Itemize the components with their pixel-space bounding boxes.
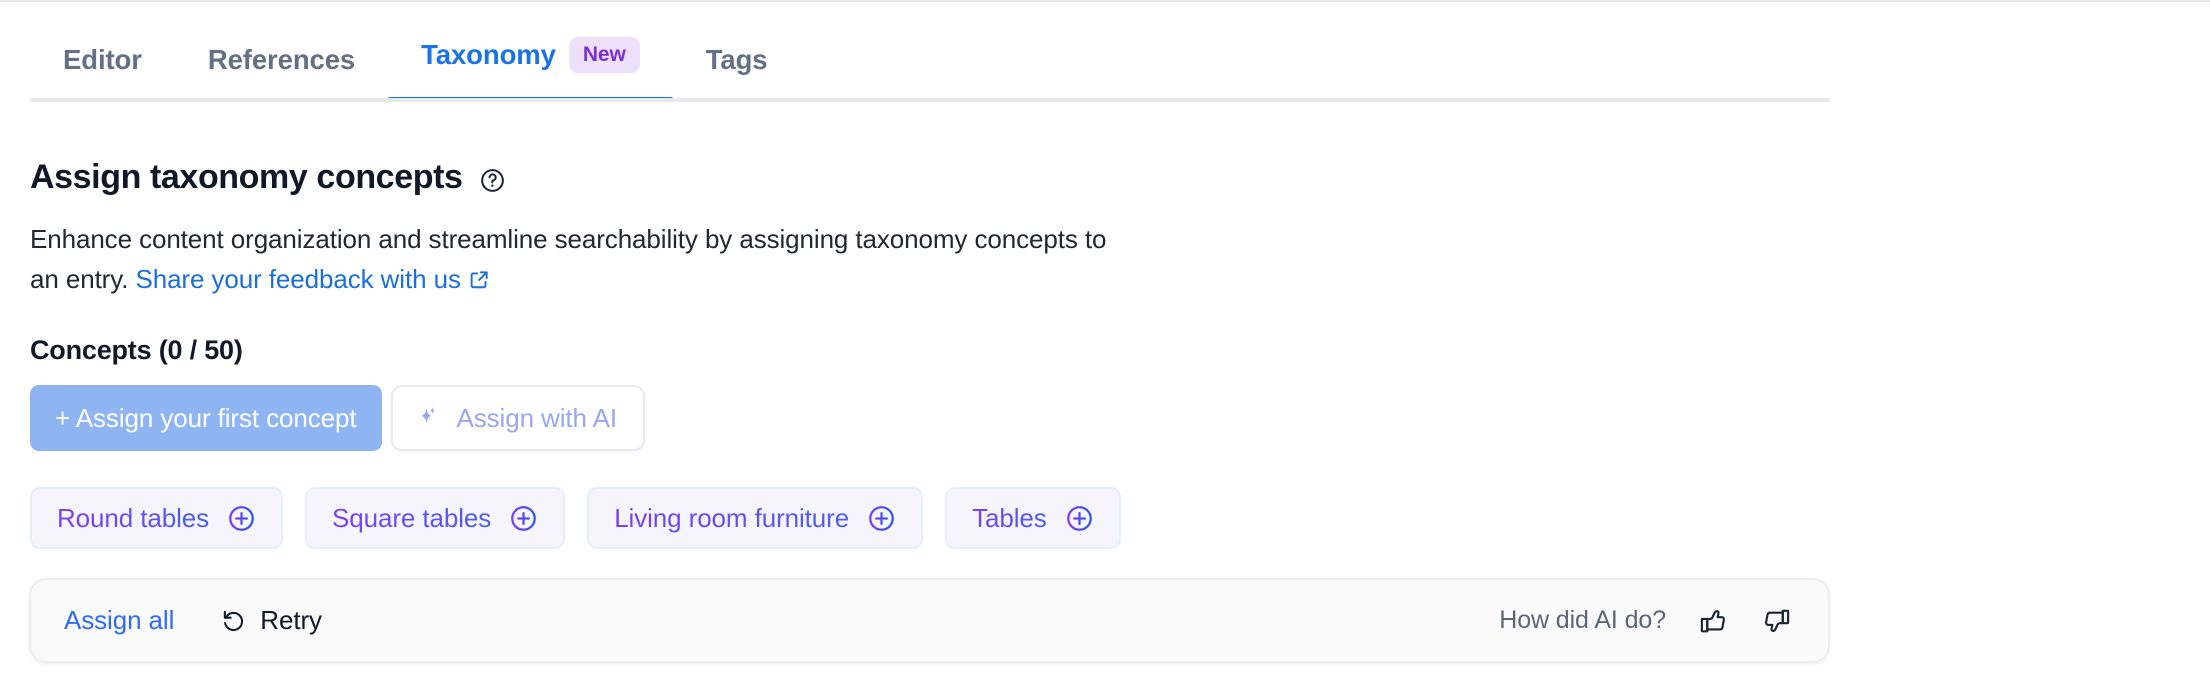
sparkle-icon [415,404,443,432]
plus-circle-icon[interactable] [1065,504,1094,533]
tab-taxonomy[interactable]: Taxonomy New [388,37,673,102]
suggested-concepts-list: Round tables Square tables Living room f… [30,487,1121,549]
thumbs-down-button[interactable] [1756,600,1798,642]
tab-references[interactable]: References [175,43,388,103]
concept-chip[interactable]: Living room furniture [587,487,924,549]
ai-bar-right-group: How did AI do? [1499,600,1798,642]
share-feedback-link[interactable]: Share your feedback with us [135,264,490,294]
concept-chip-label: Living room furniture [614,502,850,533]
tab-label: Tags [705,43,768,75]
concepts-action-row: + Assign your first concept Assign with … [30,385,645,451]
question-circle-icon[interactable] [479,162,506,194]
tab-editor[interactable]: Editor [30,43,175,103]
ai-bar-left-group: Assign all Retry [64,605,322,636]
tab-tags[interactable]: Tags [673,43,801,103]
tab-label: References [207,43,356,75]
thumbs-down-icon [1765,609,1790,632]
thumbs-up-icon [1700,609,1725,632]
external-link-icon [470,271,488,289]
concept-chip-label: Square tables [332,502,492,533]
plus-circle-icon[interactable] [509,504,538,533]
page-description: Enhance content organization and streaml… [30,219,1120,299]
concept-chip[interactable]: Tables [945,487,1121,549]
new-badge: New [568,37,640,73]
page-title: Assign taxonomy concepts [30,158,463,196]
share-feedback-label: Share your feedback with us [135,264,461,294]
plus-circle-icon[interactable] [227,504,256,533]
plus-circle-icon[interactable] [867,504,896,533]
concept-chip-label: Tables [972,502,1047,533]
concept-chip[interactable]: Square tables [305,487,566,549]
assign-with-ai-button[interactable]: Assign with AI [390,385,645,451]
concept-chip[interactable]: Round tables [30,487,284,549]
concept-chip-label: Round tables [57,502,210,533]
retry-label: Retry [260,605,322,635]
tab-label: Taxonomy [421,39,556,71]
feedback-prompt: How did AI do? [1499,606,1666,634]
tab-label: Editor [63,43,142,75]
page-title-row: Assign taxonomy concepts [30,158,506,196]
tab-bar: Editor References Taxonomy New Tags [30,2,1830,105]
retry-button[interactable]: Retry [220,605,322,636]
tab-bar-divider [30,98,1830,102]
tab-list: Editor References Taxonomy New Tags [30,2,1830,102]
ai-suggestions-action-bar: Assign all Retry How did AI do? [29,578,1830,663]
assign-first-concept-button[interactable]: + Assign your first concept [30,385,382,451]
assign-with-ai-label: Assign with AI [456,402,618,433]
thumbs-up-button[interactable] [1692,600,1734,642]
concepts-heading: Concepts (0 / 50) [30,335,243,365]
rotate-ccw-icon [220,607,247,634]
assign-all-button[interactable]: Assign all [64,605,174,636]
